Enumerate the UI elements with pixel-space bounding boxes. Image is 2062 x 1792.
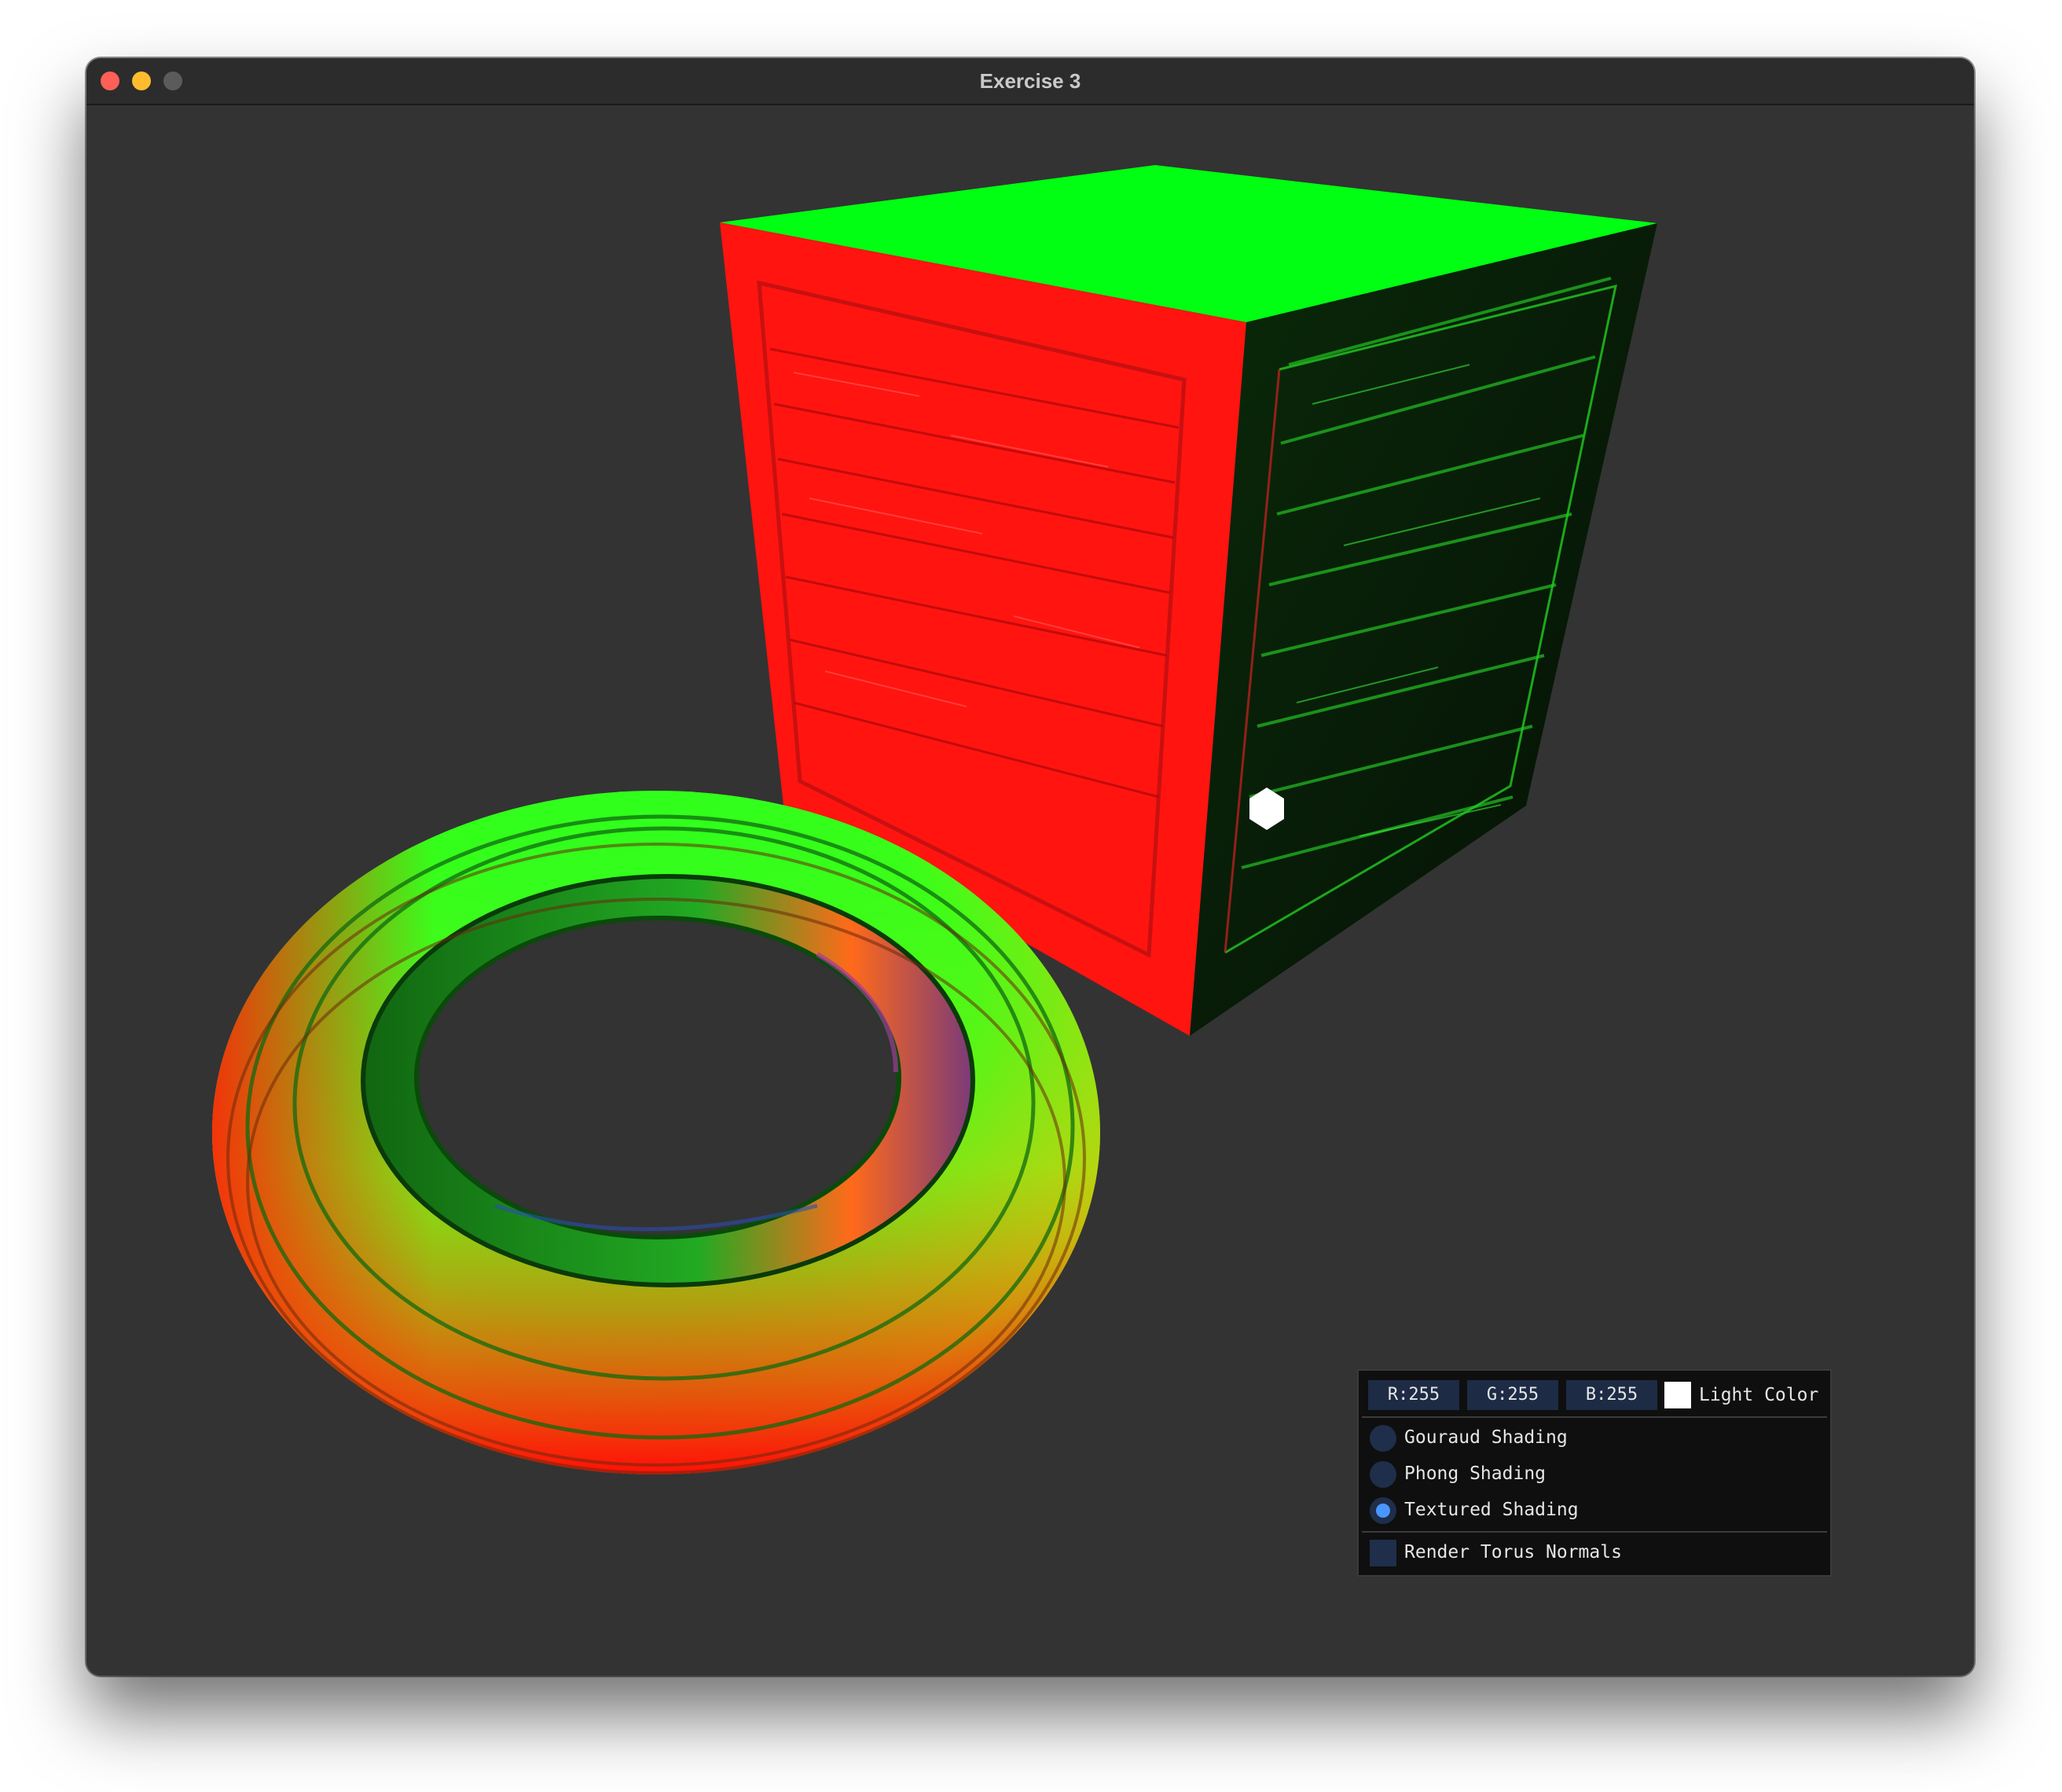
gouraud-shading-option[interactable]: Gouraud Shading	[1359, 1422, 1830, 1453]
gouraud-shading-radio[interactable]	[1370, 1425, 1396, 1452]
panel-separator	[1362, 1416, 1827, 1418]
textured-torus	[212, 791, 1100, 1474]
render-viewport[interactable]: R:255 G:255 B:255 Light Color Gouraud Sh…	[86, 105, 1974, 1676]
phong-shading-label: Phong Shading	[1404, 1463, 1546, 1484]
gouraud-shading-label: Gouraud Shading	[1404, 1427, 1568, 1448]
panel-separator	[1362, 1531, 1827, 1533]
light-green-field[interactable]: G:255	[1467, 1380, 1558, 1410]
render-torus-normals-checkbox[interactable]	[1370, 1540, 1396, 1566]
app-window: Exercise 3 R:255 G:255 B:255 Light Color…	[86, 58, 1974, 1676]
phong-shading-option[interactable]: Phong Shading	[1359, 1458, 1830, 1489]
light-color-label: Light Color	[1699, 1385, 1819, 1405]
title-bar[interactable]: Exercise 3	[86, 58, 1974, 105]
render-torus-normals-label: Render Torus Normals	[1404, 1542, 1622, 1562]
phong-shading-radio[interactable]	[1370, 1461, 1396, 1488]
light-red-field[interactable]: R:255	[1368, 1380, 1459, 1410]
light-blue-field[interactable]: B:255	[1566, 1380, 1657, 1410]
light-color-swatch[interactable]	[1664, 1382, 1691, 1408]
controls-panel: R:255 G:255 B:255 Light Color Gouraud Sh…	[1357, 1369, 1832, 1577]
textured-shading-radio[interactable]	[1370, 1497, 1396, 1524]
cube-right-face	[1190, 223, 1657, 1036]
textured-shading-option[interactable]: Textured Shading	[1359, 1494, 1830, 1526]
window-title: Exercise 3	[979, 69, 1081, 93]
textured-shading-label: Textured Shading	[1404, 1500, 1579, 1520]
render-torus-normals-option[interactable]: Render Torus Normals	[1359, 1537, 1830, 1568]
